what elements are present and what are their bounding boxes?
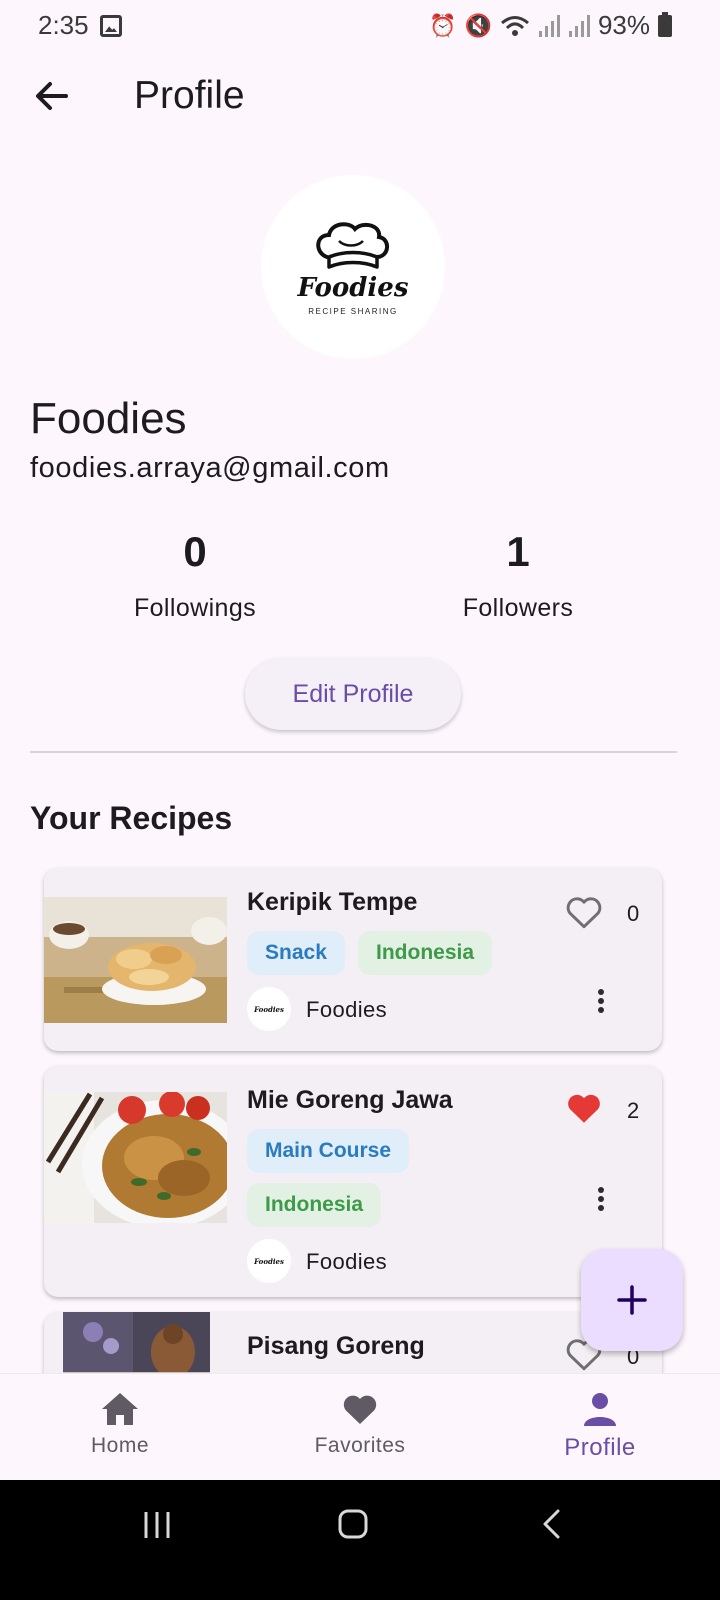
- recipe-title: Keripik Tempe: [247, 888, 418, 916]
- cuisine-chip[interactable]: Indonesia: [358, 931, 493, 975]
- followers-count: 1: [506, 528, 530, 575]
- like-count: 0: [627, 901, 640, 926]
- battery-icon: [658, 11, 672, 37]
- signal-icon: [568, 14, 590, 37]
- recents-icon[interactable]: [142, 1510, 172, 1540]
- recipe-image: [44, 897, 227, 1023]
- nav-label-profile: Profile: [564, 1434, 636, 1461]
- like-button[interactable]: [564, 1090, 604, 1126]
- category-chip[interactable]: Main Course: [247, 1129, 410, 1173]
- alarm-icon: ⏰: [429, 12, 457, 38]
- person-icon: [584, 1393, 616, 1426]
- status-bar: 2:35 ⏰ 🔇 93%: [0, 0, 720, 52]
- system-back-icon[interactable]: [540, 1508, 564, 1540]
- back-button[interactable]: [30, 76, 74, 116]
- plus-icon: [617, 1285, 647, 1315]
- profile-email: foodies.arraya@gmail.com: [30, 452, 390, 484]
- like-count: 2: [627, 1098, 640, 1123]
- image-icon: [100, 15, 122, 37]
- divider: [30, 751, 677, 753]
- more-options-button[interactable]: [591, 1184, 611, 1214]
- recipe-title: Pisang Goreng: [247, 1332, 425, 1360]
- nav-label-home: Home: [90, 1434, 150, 1457]
- followings-stat[interactable]: 0 Followings: [75, 528, 315, 623]
- author-avatar: Foodies: [247, 987, 291, 1031]
- mute-icon: 🔇: [464, 12, 492, 38]
- add-recipe-button[interactable]: [581, 1249, 683, 1351]
- heart-outline-icon: [566, 897, 602, 929]
- bottom-navigation: Home Favorites Profile: [0, 1373, 720, 1480]
- followings-count: 0: [183, 528, 207, 575]
- like-button[interactable]: [564, 894, 604, 930]
- nav-label-favorites: Favorites: [314, 1434, 406, 1457]
- signal-icon: [538, 14, 560, 37]
- author-name: Foodies: [306, 1249, 388, 1274]
- heart-icon: [343, 1395, 377, 1424]
- followers-label: Followers: [462, 594, 574, 622]
- recipe-image: [44, 1091, 246, 1228]
- status-indicators: ⏰ 🔇 93%: [429, 10, 672, 41]
- wifi-icon: [500, 15, 529, 36]
- system-navigation-bar: [0, 1480, 720, 1600]
- heart-filled-icon: [568, 1094, 600, 1123]
- edit-profile-button[interactable]: Edit Profile: [245, 658, 461, 730]
- home-icon: [102, 1393, 138, 1425]
- home-button-icon[interactable]: [337, 1508, 369, 1540]
- nav-item-home[interactable]: Home: [0, 1374, 240, 1481]
- followers-stat[interactable]: 1 Followers: [398, 528, 638, 623]
- author-avatar-logo: Foodies: [254, 1004, 284, 1014]
- logo-wordmark: Foodies: [297, 272, 409, 303]
- recipe-card[interactable]: Mie Goreng Jawa Main Course Indonesia Fo…: [44, 1066, 662, 1297]
- category-chip[interactable]: Snack: [247, 931, 345, 975]
- section-title: Your Recipes: [30, 800, 233, 836]
- profile-avatar: Foodies RECIPE SHARING: [261, 175, 445, 359]
- chef-hat-logo-icon: [316, 221, 389, 269]
- recipe-title: Mie Goreng Jawa: [247, 1086, 453, 1114]
- more-options-button[interactable]: [591, 986, 611, 1016]
- logo-tagline: RECIPE SHARING: [308, 306, 398, 316]
- recipe-card[interactable]: Keripik Tempe Snack Indonesia Foodies Fo…: [44, 868, 662, 1051]
- cuisine-chip[interactable]: Indonesia: [247, 1183, 382, 1227]
- author-avatar-logo: Foodies: [254, 1256, 284, 1266]
- nav-item-favorites[interactable]: Favorites: [240, 1374, 480, 1481]
- arrow-back-icon: [36, 82, 68, 110]
- nav-item-profile[interactable]: Profile: [480, 1374, 720, 1481]
- page-title: Profile: [134, 74, 245, 117]
- author-name: Foodies: [306, 997, 388, 1022]
- followings-label: Followings: [133, 594, 257, 622]
- status-time: 2:35: [38, 10, 89, 40]
- profile-name: Foodies: [30, 394, 187, 443]
- author-avatar: Foodies: [247, 1239, 291, 1283]
- battery-level: 93%: [597, 10, 650, 40]
